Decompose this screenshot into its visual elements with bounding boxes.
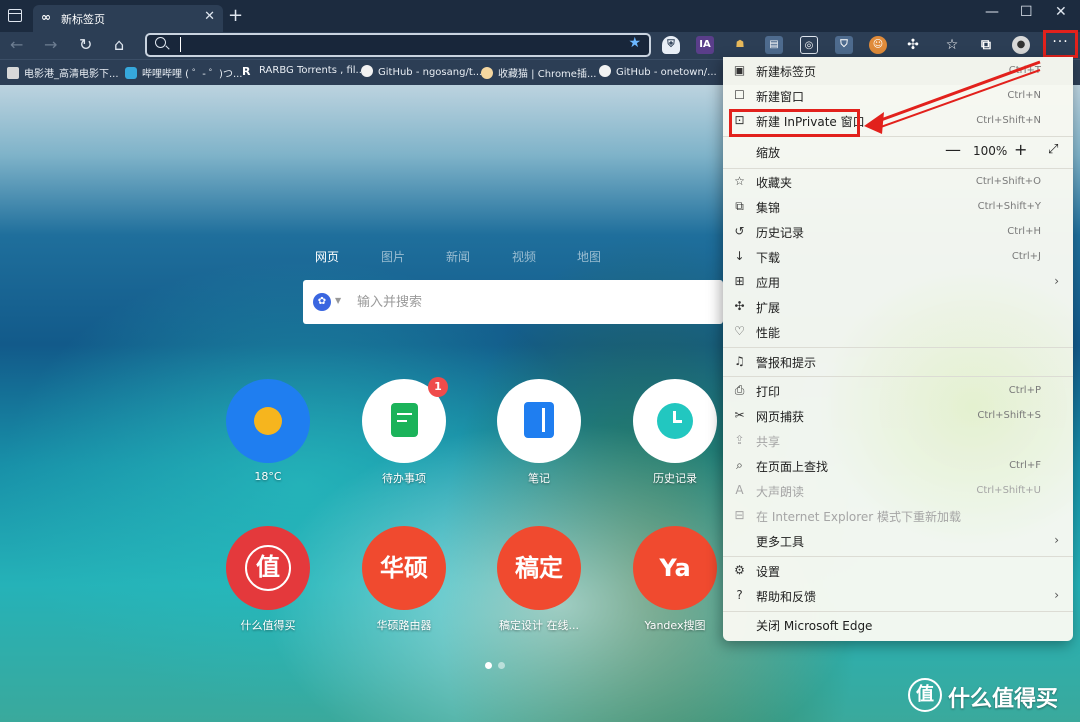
annotation-arrow (864, 60, 1041, 134)
watermark-text: 什么值得买 (948, 687, 1059, 712)
smzdm-logo-icon: 值 (908, 678, 942, 712)
